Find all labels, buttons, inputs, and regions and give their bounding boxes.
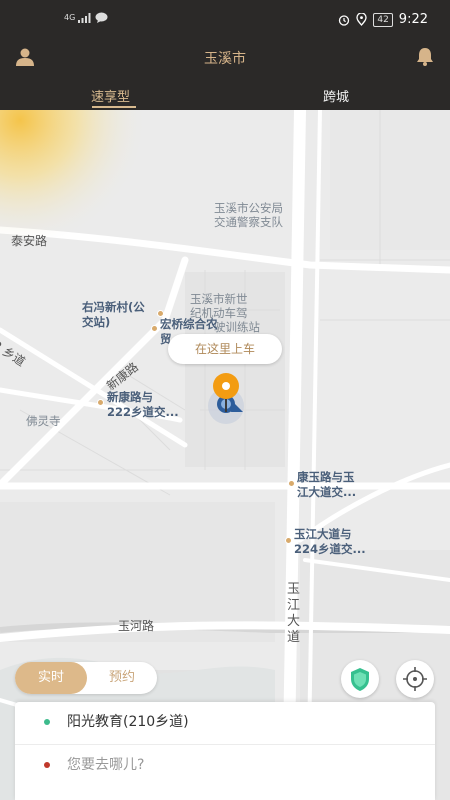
safety-button[interactable] bbox=[341, 660, 379, 698]
battery-indicator: 42 bbox=[373, 12, 393, 27]
signal-icon bbox=[78, 12, 91, 23]
road-label-yujiang: 道 bbox=[287, 630, 301, 645]
poi-marker[interactable] bbox=[157, 310, 164, 317]
poi-marker[interactable] bbox=[288, 480, 295, 487]
poi-marker[interactable] bbox=[285, 537, 292, 544]
locate-button[interactable] bbox=[396, 660, 434, 698]
destination-dot bbox=[44, 762, 50, 768]
road-label-yuhe: 玉河路 bbox=[118, 619, 155, 633]
network-type: 4G bbox=[64, 13, 76, 22]
destination-row[interactable]: 您要去哪儿? bbox=[15, 745, 435, 785]
locate-icon bbox=[403, 667, 427, 691]
address-panel: 阳光教育(210乡道) 您要去哪儿? bbox=[15, 702, 435, 800]
place-label-police-1: 玉溪市公安局 bbox=[214, 201, 283, 215]
place-label-police-2: 交通警察支队 bbox=[214, 215, 283, 229]
place-label-vehicle-3: 驶训练站 bbox=[214, 320, 260, 334]
poi-marker[interactable] bbox=[97, 399, 104, 406]
poi-label[interactable]: 玉江大道与 bbox=[294, 527, 352, 541]
city-title[interactable]: 玉溪市 bbox=[0, 48, 450, 68]
tab-intercity[interactable]: 跨城 bbox=[323, 86, 349, 105]
ride-mode-toggle: 实时 预约 bbox=[15, 662, 157, 694]
origin-row[interactable]: 阳光教育(210乡道) bbox=[15, 702, 435, 742]
location-status-icon bbox=[356, 13, 367, 26]
road-label-yujiang: 玉 bbox=[287, 582, 301, 597]
bell-icon[interactable] bbox=[414, 46, 436, 68]
status-bar: 4G 42 9:22 bbox=[0, 0, 450, 42]
message-icon bbox=[95, 12, 108, 23]
road-label-yujiang: 江 bbox=[287, 598, 301, 613]
poi-label[interactable]: 康玉路与玉 bbox=[297, 470, 355, 484]
status-left: 4G bbox=[64, 12, 108, 23]
origin-dot bbox=[44, 719, 50, 725]
clock: 9:22 bbox=[398, 12, 428, 27]
poi-label[interactable]: 宏桥综合农 bbox=[160, 317, 218, 331]
mode-reserve-button[interactable]: 预约 bbox=[89, 662, 155, 694]
active-tab-indicator bbox=[92, 106, 136, 108]
status-right: 42 9:22 bbox=[338, 12, 428, 27]
pickup-callout[interactable]: 在这里上车 bbox=[168, 334, 282, 364]
place-label-foling: 佛灵寺 bbox=[26, 414, 61, 428]
alarm-icon bbox=[339, 14, 350, 26]
map-view[interactable]: 玉溪市公安局 交通警察支队 泰安路 玉溪市新世 纪机动车驾 驶训练站 右冯新村(… bbox=[0, 110, 450, 800]
road-label-taian: 泰安路 bbox=[11, 234, 48, 248]
mode-realtime-button[interactable]: 实时 bbox=[15, 662, 87, 694]
road-label-yujiang: 大 bbox=[287, 614, 301, 629]
place-label-vehicle-1: 玉溪市新世 bbox=[190, 292, 248, 306]
tab-express[interactable]: 速享型 bbox=[91, 86, 130, 105]
shield-icon bbox=[351, 668, 369, 691]
origin-address[interactable]: 阳光教育(210乡道) bbox=[67, 712, 189, 732]
poi-label[interactable]: 江大道交... bbox=[297, 485, 356, 499]
destination-input[interactable]: 您要去哪儿? bbox=[67, 755, 144, 775]
poi-label[interactable]: 右冯新村(公 bbox=[82, 300, 145, 314]
poi-label[interactable]: 交站) bbox=[82, 315, 110, 329]
app-header: 玉溪市 速享型 跨城 bbox=[0, 42, 450, 110]
poi-label[interactable]: 222乡道交... bbox=[107, 405, 179, 419]
poi-label[interactable]: 新康路与 bbox=[107, 390, 153, 404]
poi-label[interactable]: 224乡道交... bbox=[294, 542, 366, 556]
poi-marker[interactable] bbox=[151, 325, 158, 332]
